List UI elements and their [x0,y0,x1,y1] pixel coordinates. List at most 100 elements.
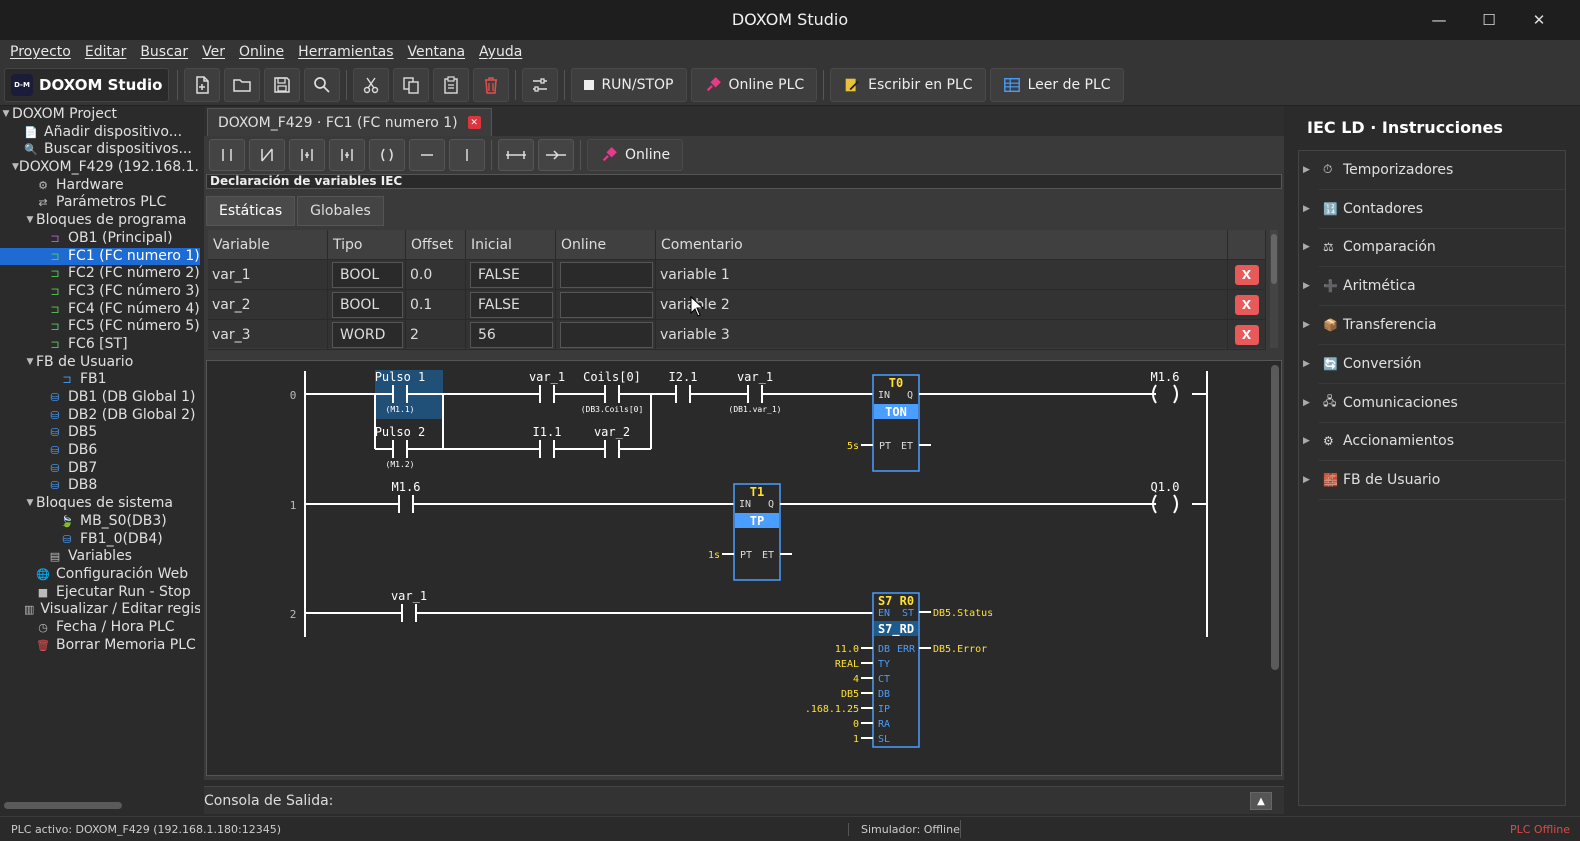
chevron-down-icon[interactable]: ▼ [24,354,36,372]
chevron-right-icon[interactable]: ▶ [1303,398,1323,408]
var-type-field[interactable]: BOOL [332,261,403,288]
vertical-line-button[interactable] [449,139,485,171]
copy-button[interactable] [393,67,430,102]
instruction-category[interactable]: ▶ 🔄 Conversión [1303,345,1565,384]
close-button[interactable]: ✕ [1514,0,1564,40]
ladder-diagram[interactable]: 0 1 2 Pulso 1 (M1.1) Pulso 2 (M1.2) var_1 Coils[… [206,360,1282,776]
var-comment[interactable]: variable 3 [658,327,730,343]
col-tipo[interactable]: Tipo [328,230,406,259]
chevron-down-icon[interactable]: ▼ [12,159,19,177]
menu-editar[interactable]: Editar [78,44,133,60]
tree-item[interactable]: ⊐ FC1 (FC numero 1) [0,247,200,266]
menu-online[interactable]: Online [232,44,291,60]
tree-item[interactable]: ⛁ DB2 (DB Global 2) [0,407,200,425]
editor-tab-fc1[interactable]: DOXOM_F429 · FC1 (FC numero 1) ✕ [207,108,492,136]
col-online[interactable]: Online [556,230,656,259]
menu-proyecto[interactable]: Proyecto [3,44,78,60]
tree-item[interactable]: 🍃 MB_S0(DB3) [0,513,200,531]
menu-ventana[interactable]: Ventana [401,44,473,60]
chevron-right-icon[interactable]: ▶ [1303,436,1323,446]
chevron-right-icon[interactable]: ▶ [1303,281,1323,291]
var-name[interactable]: var_3 [210,327,251,343]
coil-button[interactable] [369,139,405,171]
delete-row-button[interactable]: X [1234,264,1259,285]
instruction-category[interactable]: ▶ 🧱 FB de Usuario [1303,461,1565,501]
tree-item[interactable]: ⛁ DB1 (DB Global 1) [0,389,200,407]
tree-item[interactable]: ⛁ DB8 [0,477,200,495]
chevron-down-icon[interactable]: ▼ [24,495,36,513]
tree-item[interactable]: ⚙ Hardware [0,177,200,195]
cut-button[interactable] [353,67,390,102]
tree-horizontal-scrollbar[interactable] [4,802,122,809]
instruction-category[interactable]: ▶ 📦 Transferencia [1303,306,1565,345]
tree-item[interactable]: ▼ FB de Usuario [0,354,200,372]
tree-item[interactable]: ▼ Bloques de programa [0,212,200,230]
delete-row-button[interactable]: X [1234,324,1259,345]
var-initial-field[interactable]: FALSE [470,291,553,318]
var-initial-field[interactable]: FALSE [470,261,553,288]
tree-item[interactable]: ■ Ejecutar Run - Stop [0,584,200,602]
table-row[interactable]: var_1 BOOL 0.0 FALSE variable 1 X [208,260,1266,290]
tree-item[interactable]: ⊐ FC3 (FC número 3) [0,283,200,301]
delete-row-button[interactable]: X [1234,294,1259,315]
chevron-right-icon[interactable]: ▶ [1303,204,1323,214]
chevron-right-icon[interactable]: ▶ [1303,359,1323,369]
tree-item[interactable]: ⊐ FC6 [ST] [0,336,200,354]
tree-item[interactable]: ▥ Visualizar / Editar registros [0,601,200,619]
tree-item[interactable]: ◷ Fecha / Hora PLC [0,619,200,637]
run-stop-button[interactable]: RUN/STOP [571,67,687,102]
table-row[interactable]: var_3 WORD 2 56 variable 3 X [208,320,1266,350]
nc-contact-button[interactable] [249,139,285,171]
minimize-button[interactable]: — [1414,0,1464,40]
instruction-category[interactable]: ▶ 🔢 Contadores [1303,190,1565,229]
instruction-category[interactable]: ▶ ⏱ Temporizadores [1303,151,1565,190]
tree-item[interactable]: ⛁ DB7 [0,460,200,478]
tree-item[interactable]: 📄 Añadir dispositivo... [0,124,200,142]
write-plc-button[interactable]: Escribir en PLC [830,67,986,102]
instruction-category[interactable]: ▶ ➕ Aritmética [1303,267,1565,307]
col-inicial[interactable]: Inicial [466,230,556,259]
tab-estaticas[interactable]: Estáticas [206,196,296,226]
ladder-scrollbar[interactable] [1271,365,1279,670]
tree-item[interactable]: ⛁ FB1_0(DB4) [0,531,200,549]
var-name[interactable]: var_1 [210,267,251,283]
ladder-online-button[interactable]: Online [587,139,684,171]
tab-globales[interactable]: Globales [297,196,384,226]
menu-buscar[interactable]: Buscar [133,44,195,60]
tree-item[interactable]: ⛁ DB5 [0,424,200,442]
tree-item[interactable]: ⊐ FC2 (FC número 2) [0,265,200,283]
var-type-field[interactable]: BOOL [332,291,403,318]
open-folder-button[interactable] [224,67,261,102]
branch-open-button[interactable] [498,139,534,171]
instruction-category[interactable]: ▶ ⚙ Accionamientos [1303,423,1565,462]
delete-button[interactable] [473,67,510,102]
tree-item[interactable]: ⇄ Parámetros PLC [0,194,200,212]
paste-button[interactable] [433,67,470,102]
var-comment[interactable]: variable 1 [658,267,730,283]
instruction-category[interactable]: ▶ 🖧 Comunicaciones [1303,384,1565,423]
table-row[interactable]: var_2 BOOL 0.1 FALSE variable 2X [208,290,1266,320]
var-name[interactable]: var_2 [210,297,251,313]
col-comentario[interactable]: Comentario [656,230,1228,259]
tree-item[interactable]: ▼DOXOM_F429 (192.168.1.180) [0,159,200,177]
ladder-canvas[interactable]: 0 1 2 Pulso 1 (M1.1) Pulso 2 (M1.2) var_1 Coils[… [207,361,1267,775]
chevron-right-icon[interactable]: ▶ [1303,475,1323,485]
chevron-right-icon[interactable]: ▶ [1303,320,1323,330]
p-contact-button[interactable] [289,139,325,171]
online-plc-button[interactable]: Online PLC [690,67,818,102]
search-button[interactable] [304,67,341,102]
chevron-right-icon[interactable]: ▶ [1303,242,1323,252]
n-contact-button[interactable] [329,139,365,171]
chevron-down-icon[interactable]: ▼ [24,212,36,230]
horizontal-line-button[interactable] [409,139,445,171]
save-button[interactable] [264,67,301,102]
tree-item[interactable]: ⊐ OB1 (Principal) [0,230,200,248]
menu-ver[interactable]: Ver [195,44,232,60]
tree-item[interactable]: 🗑 Borrar Memoria PLC [0,637,200,655]
tree-item[interactable]: ⛁ DB6 [0,442,200,460]
table-scrollbar[interactable] [1270,230,1278,348]
tree-item[interactable]: 🌐 Configuración Web [0,566,200,584]
console-expand-button[interactable]: ▲ [1250,792,1272,810]
instruction-category[interactable]: ▶ ⚖ Comparación [1303,229,1565,268]
var-initial-field[interactable]: 56 [470,321,553,348]
